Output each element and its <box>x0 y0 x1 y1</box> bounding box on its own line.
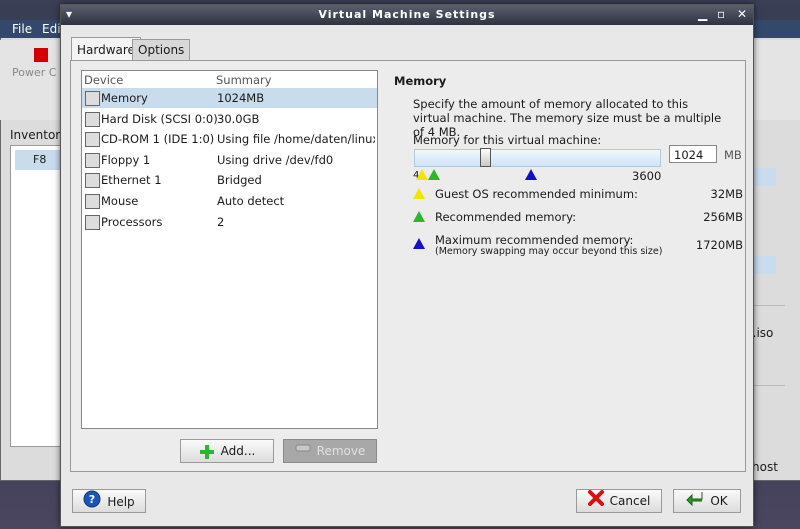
device-row-memory[interactable]: Memory 1024MB <box>82 88 377 108</box>
inventory-label: Inventory <box>10 128 68 142</box>
mouse-icon <box>85 194 100 209</box>
memory-icon <box>85 91 100 106</box>
processor-icon <box>85 214 100 230</box>
hardware-panel: Device Summary Memory 1024MB Hard Disk (SC… <box>70 60 746 472</box>
device-list[interactable]: Device Summary Memory 1024MB Hard Disk (SC… <box>81 70 378 429</box>
device-name: Hard Disk (SCSI 0:0) <box>101 111 218 126</box>
device-name: Processors <box>101 214 163 229</box>
hard-disk-icon <box>85 111 100 127</box>
vm-settings-dialog: ▾ Virtual Machine Settings ▁ ▫ ✕ Hardwar… <box>60 4 754 527</box>
inventory-tree[interactable]: F8 <box>10 145 64 447</box>
memory-input[interactable]: 1024 <box>669 145 717 163</box>
device-summary: 1024MB <box>217 91 265 105</box>
device-name: Memory <box>101 91 148 105</box>
device-summary: Auto detect <box>217 194 285 208</box>
ok-button[interactable]: OK <box>673 489 741 513</box>
device-name: Ethernet 1 <box>101 173 162 188</box>
ok-arrow-icon <box>686 490 704 513</box>
device-summary: Bridged <box>217 173 262 188</box>
slider-label: Memory for this virtual machine: <box>413 133 602 147</box>
yellow-triangle-icon <box>413 188 425 199</box>
recommended-marker-icon <box>428 169 440 180</box>
menu-file[interactable]: File <box>12 22 32 36</box>
cancel-button[interactable]: Cancel <box>576 489 662 513</box>
device-summary: Using file /home/daten/linux_i <box>217 132 375 147</box>
cdrom-icon <box>85 132 100 148</box>
min-recommended-marker-icon <box>416 169 428 180</box>
device-summary: 30.0GB <box>217 111 260 126</box>
dialog-titlebar[interactable]: ▾ Virtual Machine Settings ▁ ▫ ✕ <box>61 5 753 25</box>
plus-icon <box>199 444 215 460</box>
device-row-ethernet[interactable]: Ethernet 1 Bridged <box>82 170 377 190</box>
device-row-hard[interactable]: Hard Disk (SCSI 0:0) 30.0GB <box>82 109 377 129</box>
maximize-icon[interactable]: ▫ <box>717 7 725 21</box>
help-button[interactable]: ? Help <box>72 489 146 513</box>
device-row-floppy[interactable]: Floppy 1 Using drive /dev/fd0 <box>82 150 377 170</box>
svg-text:?: ? <box>89 493 95 506</box>
minimize-icon[interactable]: ▁ <box>698 7 707 21</box>
device-summary: Using drive /dev/fd0 <box>217 152 334 167</box>
cancel-icon <box>587 490 604 513</box>
add-device-button[interactable]: Add... <box>180 439 274 463</box>
pane-title: Memory <box>394 74 447 88</box>
green-triangle-icon <box>413 211 425 222</box>
tab-hardware[interactable]: Hardware <box>71 37 141 60</box>
menu-edit[interactable]: Edi <box>42 22 61 36</box>
dialog-title: Virtual Machine Settings <box>318 8 496 21</box>
remove-device-button[interactable]: Remove <box>283 439 377 463</box>
device-row-cdrom[interactable]: CD-ROM 1 (IDE 1:0) Using file /home/daten… <box>82 129 377 149</box>
power-icon <box>34 48 48 62</box>
device-row-processors[interactable]: Processors 2 <box>82 212 377 232</box>
blue-triangle-icon <box>413 238 425 249</box>
memory-slider-thumb[interactable] <box>479 148 491 167</box>
host-text: host <box>752 460 778 474</box>
tab-options[interactable]: Options <box>132 39 191 60</box>
device-list-header: Device Summary <box>82 71 377 89</box>
slider-max-label: 3600 <box>632 169 662 183</box>
tree-item-vm[interactable]: F8 <box>15 150 63 170</box>
memory-slider[interactable] <box>414 149 661 167</box>
column-summary[interactable]: Summary <box>216 73 272 87</box>
max-recommended-marker-icon <box>525 169 537 180</box>
help-icon: ? <box>83 490 101 515</box>
ethernet-icon <box>85 173 100 189</box>
device-name: CD-ROM 1 (IDE 1:0) <box>101 132 215 147</box>
device-row-mouse[interactable]: Mouse Auto detect <box>82 191 377 211</box>
floppy-icon <box>85 152 100 168</box>
minus-icon <box>295 440 311 463</box>
column-device[interactable]: Device <box>84 73 123 87</box>
close-icon[interactable]: ✕ <box>737 7 747 21</box>
memory-unit: MB <box>724 148 742 162</box>
device-summary: 2 <box>217 214 225 229</box>
memory-settings-pane: Memory Specify the amount of memory allo… <box>394 74 743 257</box>
device-name: Floppy 1 <box>101 152 151 167</box>
device-name: Mouse <box>101 194 139 208</box>
